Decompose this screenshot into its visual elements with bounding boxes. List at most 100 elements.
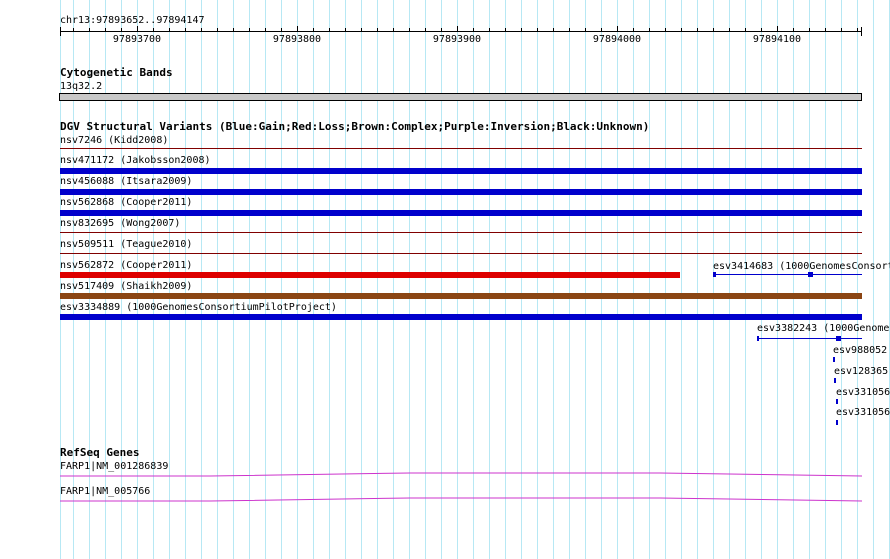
cytoband-label: 13q32.2 bbox=[60, 81, 103, 92]
ruler-minor-tick bbox=[377, 28, 378, 32]
cytoband-bar[interactable] bbox=[59, 93, 862, 101]
ruler-tick-label: 97894100 bbox=[752, 34, 802, 45]
ruler-minor-tick bbox=[233, 28, 234, 32]
variant-block[interactable] bbox=[757, 336, 759, 341]
variant-label: esv128365 bbox=[834, 366, 889, 377]
variant-block[interactable] bbox=[836, 420, 838, 425]
variant-label: nsv832695 (Wong2007) bbox=[60, 218, 181, 229]
variant-label: esv3334889 (1000GenomesConsortiumPilotPr… bbox=[60, 302, 337, 313]
variant-bar[interactable] bbox=[60, 232, 862, 233]
ruler-minor-tick bbox=[441, 28, 442, 32]
ruler-minor-tick bbox=[761, 28, 762, 32]
ruler-tick bbox=[297, 26, 298, 32]
refseq-track-title: RefSeq Genes bbox=[60, 446, 140, 459]
ruler-minor-tick bbox=[425, 28, 426, 32]
variant-block[interactable] bbox=[836, 336, 841, 341]
ruler-minor-tick bbox=[841, 28, 842, 32]
ruler-minor-tick bbox=[89, 28, 90, 32]
ruler-minor-tick bbox=[153, 28, 154, 32]
ruler-minor-tick bbox=[665, 28, 666, 32]
variant-bar[interactable] bbox=[60, 253, 862, 254]
variant-label: nsv562868 (Cooper2011) bbox=[60, 197, 193, 208]
variant-block[interactable] bbox=[836, 399, 838, 404]
ruler-tick-label: 97893700 bbox=[112, 34, 162, 45]
ruler-minor-tick bbox=[729, 28, 730, 32]
variant-bar[interactable] bbox=[60, 314, 862, 320]
ruler-minor-tick bbox=[73, 28, 74, 32]
ruler-minor-tick bbox=[505, 28, 506, 32]
ruler-minor-tick bbox=[681, 28, 682, 32]
ruler-left-end bbox=[60, 27, 61, 36]
variant-label: nsv509511 (Teague2010) bbox=[60, 239, 193, 250]
ruler-minor-tick bbox=[793, 28, 794, 32]
genome-browser-view: chr13:97893652..97894147 97893700 978938… bbox=[0, 0, 890, 559]
variant-label: nsv7246 (Kidd2008) bbox=[60, 135, 169, 146]
variant-label: nsv562872 (Cooper2011) bbox=[60, 260, 193, 271]
ruler-minor-tick bbox=[313, 28, 314, 32]
ruler-minor-tick bbox=[265, 28, 266, 32]
variant-block[interactable] bbox=[808, 272, 813, 277]
ruler-minor-tick bbox=[345, 28, 346, 32]
ruler-minor-tick bbox=[601, 28, 602, 32]
variant-label: esv331056 bbox=[836, 387, 890, 398]
ruler-minor-tick bbox=[585, 28, 586, 32]
ruler-minor-tick bbox=[649, 28, 650, 32]
ruler-minor-tick bbox=[121, 28, 122, 32]
variant-bar[interactable] bbox=[60, 189, 862, 195]
ruler-minor-tick bbox=[809, 28, 810, 32]
ruler-minor-tick bbox=[745, 28, 746, 32]
ruler-line bbox=[60, 31, 862, 32]
gene-model[interactable] bbox=[60, 496, 863, 506]
ruler-tick bbox=[137, 26, 138, 32]
ruler-tick bbox=[777, 26, 778, 32]
variant-bar[interactable] bbox=[60, 148, 862, 149]
ruler-tick-label: 97893900 bbox=[432, 34, 482, 45]
variant-label: nsv517409 (Shaikh2009) bbox=[60, 281, 193, 292]
variant-label: esv331056 bbox=[836, 407, 890, 418]
ruler-minor-tick bbox=[169, 28, 170, 32]
ruler-minor-tick bbox=[249, 28, 250, 32]
variant-label: esv3414683 (1000GenomesConsorti bbox=[713, 261, 890, 272]
ruler-minor-tick bbox=[569, 28, 570, 32]
ruler-minor-tick bbox=[281, 28, 282, 32]
ruler-minor-tick bbox=[185, 28, 186, 32]
ruler-minor-tick bbox=[857, 28, 858, 32]
variant-label: nsv456088 (Itsara2009) bbox=[60, 176, 193, 187]
ruler-minor-tick bbox=[329, 28, 330, 32]
ruler-minor-tick bbox=[521, 28, 522, 32]
variant-bar[interactable] bbox=[714, 274, 862, 275]
ruler-minor-tick bbox=[537, 28, 538, 32]
ruler-minor-tick bbox=[201, 28, 202, 32]
ruler-minor-tick bbox=[105, 28, 106, 32]
variant-bar[interactable] bbox=[758, 338, 862, 339]
ruler-minor-tick bbox=[489, 28, 490, 32]
grid-line bbox=[873, 0, 874, 559]
ruler-minor-tick bbox=[825, 28, 826, 32]
ruler-right-end bbox=[861, 27, 862, 36]
variant-label: esv3382243 (1000Genomes bbox=[757, 323, 890, 334]
ruler-minor-tick bbox=[697, 28, 698, 32]
variant-block[interactable] bbox=[833, 357, 835, 362]
ruler-minor-tick bbox=[713, 28, 714, 32]
variant-label: nsv471172 (Jakobsson2008) bbox=[60, 155, 211, 166]
variant-bar[interactable] bbox=[60, 272, 680, 278]
variant-block[interactable] bbox=[834, 378, 836, 383]
gene-model[interactable] bbox=[60, 471, 863, 481]
ruler-minor-tick bbox=[361, 28, 362, 32]
ruler-tick bbox=[457, 26, 458, 32]
variant-block[interactable] bbox=[713, 272, 716, 277]
ruler-tick bbox=[617, 26, 618, 32]
location-label: chr13:97893652..97894147 bbox=[60, 15, 205, 26]
variant-bar[interactable] bbox=[60, 210, 862, 216]
ruler-minor-tick bbox=[553, 28, 554, 32]
ruler-tick-label: 97893800 bbox=[272, 34, 322, 45]
variant-bar[interactable] bbox=[60, 168, 862, 174]
ruler-minor-tick bbox=[473, 28, 474, 32]
dgv-track-title: DGV Structural Variants (Blue:Gain;Red:L… bbox=[60, 120, 650, 133]
ruler-minor-tick bbox=[217, 28, 218, 32]
variant-bar[interactable] bbox=[60, 293, 862, 299]
ruler-minor-tick bbox=[633, 28, 634, 32]
cytoband-track-title: Cytogenetic Bands bbox=[60, 66, 173, 79]
variant-label: esv988052 bbox=[833, 345, 888, 356]
ruler-tick-label: 97894000 bbox=[592, 34, 642, 45]
